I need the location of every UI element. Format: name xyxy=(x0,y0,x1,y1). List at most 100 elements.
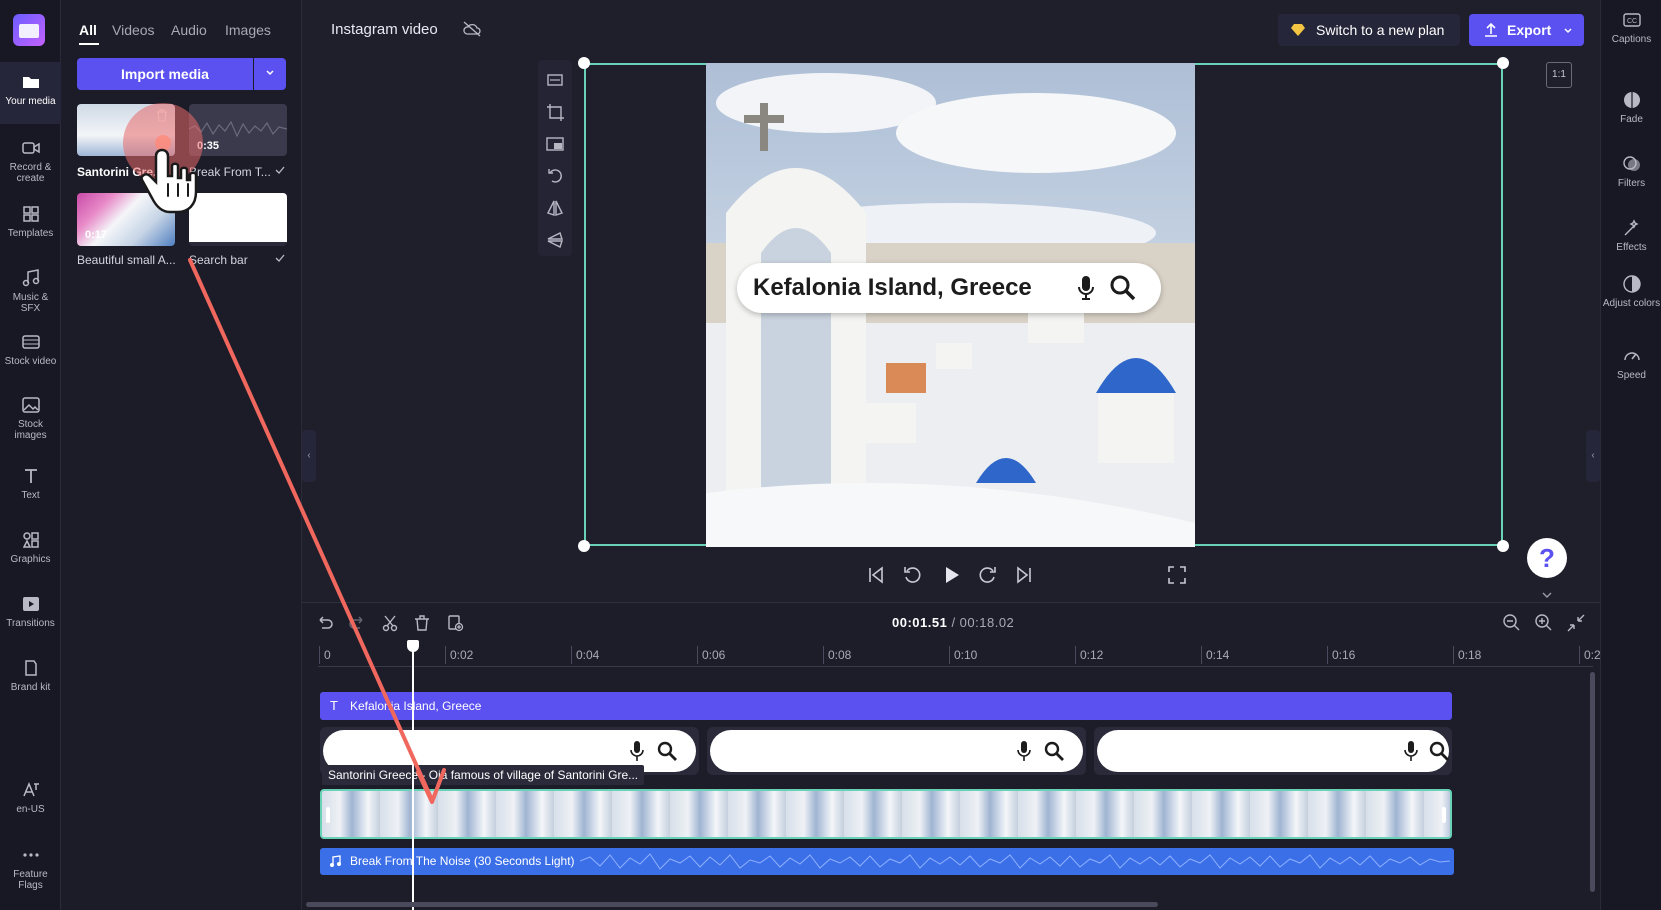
nav-graphics[interactable]: Graphics xyxy=(0,520,61,582)
rail-label: Speed xyxy=(1617,370,1646,381)
duplicate-icon[interactable] xyxy=(444,612,466,634)
timeline-horizontal-scrollbar[interactable] xyxy=(306,902,1158,907)
text-icon xyxy=(24,469,37,483)
plan-label: Switch to a new plan xyxy=(1316,22,1445,38)
media-panel: All Videos Audio Images Import media San… xyxy=(61,0,302,910)
nav-label: Text xyxy=(21,490,40,501)
skip-back-icon[interactable] xyxy=(864,563,888,587)
nav-label: Brand kit xyxy=(10,682,51,693)
media-thumb-santorini[interactable] xyxy=(77,104,175,156)
duration-label: 0:17 xyxy=(85,229,108,241)
nav-stock-video[interactable]: Stock video xyxy=(0,322,61,384)
nav-templates[interactable]: Templates xyxy=(0,194,61,256)
total-time: / 00:18.02 xyxy=(951,615,1015,630)
undo-icon[interactable] xyxy=(314,612,336,634)
collapse-timeline-icon[interactable] xyxy=(1565,612,1587,634)
text-track-clip[interactable]: T Kefalonia Island, Greece xyxy=(320,692,1452,720)
export-button[interactable]: Export xyxy=(1469,14,1584,46)
timeline-vertical-scrollbar[interactable] xyxy=(1590,672,1595,892)
import-media-button[interactable]: Import media xyxy=(77,58,253,90)
rail-adjust-colors[interactable]: Adjust colors xyxy=(1601,264,1661,334)
nav-text[interactable]: Text xyxy=(0,456,61,518)
trash-icon[interactable] xyxy=(155,108,169,122)
resize-handle[interactable] xyxy=(578,540,590,552)
nav-feature-flags[interactable]: Feature Flags xyxy=(0,835,61,905)
media-label: Santorini Gre... xyxy=(77,165,164,179)
fullscreen-icon[interactable] xyxy=(1165,563,1189,587)
media-thumb-search-bar[interactable] xyxy=(189,193,287,246)
media-thumb-beautiful-small[interactable]: 0:17 xyxy=(77,193,175,246)
rail-effects[interactable]: Effects xyxy=(1601,208,1661,270)
forward-5-icon[interactable] xyxy=(976,563,1000,587)
search-icon xyxy=(1044,741,1064,761)
nav-label: Music & SFX xyxy=(12,292,49,314)
tick-label: 0:10 xyxy=(954,648,978,662)
playhead-handle[interactable] xyxy=(407,640,419,652)
trim-handle-right[interactable] xyxy=(1442,807,1446,823)
aspect-ratio-button[interactable]: 1:1 xyxy=(1546,62,1572,88)
tick-label: 0:06 xyxy=(702,648,726,662)
tab-videos[interactable]: Videos xyxy=(112,22,155,38)
nav-your-media[interactable]: Your media xyxy=(0,62,61,124)
nav-label: Graphics xyxy=(10,554,51,565)
fit-icon[interactable] xyxy=(540,65,570,95)
search-icon xyxy=(1429,741,1449,761)
scissors-icon[interactable] xyxy=(379,612,401,634)
crop-icon[interactable] xyxy=(540,97,570,127)
nav-music-sfx[interactable]: Music & SFX xyxy=(0,258,61,320)
rotate-icon[interactable] xyxy=(540,161,570,191)
video-track-clip[interactable] xyxy=(320,789,1452,839)
nav-transitions[interactable]: Transitions xyxy=(0,584,61,646)
media-label: Search bar xyxy=(189,253,248,267)
chevron-down-icon[interactable] xyxy=(1540,588,1554,602)
skip-forward-icon[interactable] xyxy=(1012,563,1036,587)
search-bar-clip[interactable] xyxy=(707,727,1086,775)
media-thumb-audio[interactable]: 0:35 xyxy=(189,104,287,156)
zoom-in-icon[interactable] xyxy=(1533,612,1555,634)
speed-icon xyxy=(1623,352,1640,361)
tab-all[interactable]: All xyxy=(79,22,97,38)
tick-label: 0:12 xyxy=(1080,648,1104,662)
resize-handle[interactable] xyxy=(1497,57,1509,69)
rail-label: Adjust colors xyxy=(1602,298,1661,309)
media-label: Break From T... xyxy=(189,165,271,179)
tab-audio[interactable]: Audio xyxy=(171,22,207,38)
microphone-icon xyxy=(1017,741,1031,761)
nav-language[interactable]: en-US xyxy=(0,770,61,832)
rail-filters[interactable]: Filters xyxy=(1601,144,1661,206)
rail-speed[interactable]: Speed xyxy=(1601,336,1661,398)
tick-label: 0:18 xyxy=(1458,648,1482,662)
nav-brand-kit[interactable]: Brand kit xyxy=(0,648,61,710)
tab-images[interactable]: Images xyxy=(225,22,271,38)
flip-horizontal-icon[interactable] xyxy=(540,193,570,223)
project-title[interactable]: Instagram video xyxy=(331,21,438,38)
rail-label: Filters xyxy=(1617,178,1646,189)
nav-record-create[interactable]: Record & create xyxy=(0,128,61,190)
rail-fade[interactable]: Fade xyxy=(1601,80,1661,142)
resize-handle[interactable] xyxy=(1497,540,1509,552)
collapse-left-panel-button[interactable]: ‹ xyxy=(302,430,316,482)
zoom-out-icon[interactable] xyxy=(1501,612,1523,634)
redo-icon[interactable] xyxy=(346,612,368,634)
picture-in-picture-icon[interactable] xyxy=(540,129,570,159)
trim-handle-left[interactable] xyxy=(326,807,330,823)
microphone-icon xyxy=(1404,741,1418,761)
resize-handle[interactable] xyxy=(578,57,590,69)
search-bar-clip[interactable] xyxy=(1094,727,1452,775)
import-dropdown-button[interactable] xyxy=(254,58,286,90)
nav-stock-images[interactable]: Stock images xyxy=(0,385,61,455)
rewind-5-icon[interactable] xyxy=(900,563,924,587)
brand-kit-icon xyxy=(24,660,37,676)
rail-captions[interactable]: CC Captions xyxy=(1601,0,1661,62)
tick-label: 0:16 xyxy=(1332,648,1356,662)
help-button[interactable]: ? xyxy=(1527,538,1567,578)
flip-vertical-icon[interactable] xyxy=(540,225,570,255)
switch-plan-button[interactable]: Switch to a new plan xyxy=(1278,14,1460,46)
audio-track-clip[interactable]: Break From The Noise (30 Seconds Light) xyxy=(320,848,1454,875)
playhead[interactable] xyxy=(412,640,414,910)
film-icon xyxy=(21,335,40,349)
search-text: Kefalonia Island, Greece xyxy=(753,274,1032,301)
trash-icon[interactable] xyxy=(411,612,433,634)
play-icon[interactable] xyxy=(939,563,963,587)
collapse-right-panel-button[interactable]: ‹ xyxy=(1586,430,1600,482)
